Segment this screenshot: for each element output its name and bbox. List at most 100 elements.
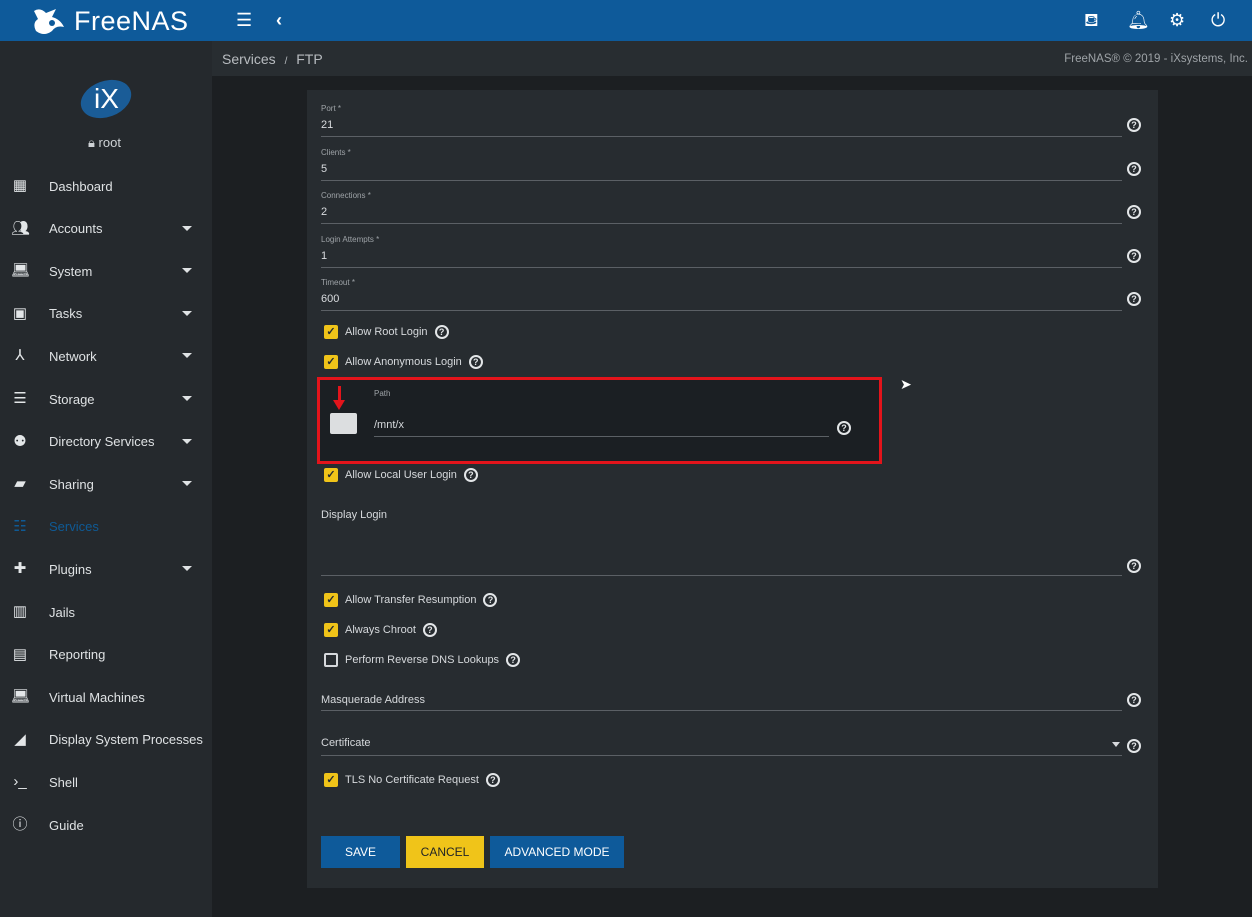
help-icon[interactable]: ? xyxy=(1127,559,1141,573)
field-underline xyxy=(321,310,1122,311)
sidebar-item-plugins[interactable]: ✚ Plugins xyxy=(0,551,212,587)
sidebar-item-shell[interactable]: ›_ Shell xyxy=(0,764,212,800)
help-icon[interactable]: ? xyxy=(434,325,449,339)
sidebar-item-network[interactable]: ⅄ Network xyxy=(0,338,212,374)
bell-icon[interactable]: 🔔︎ xyxy=(1127,10,1150,31)
power-icon[interactable]: ⏻ xyxy=(1211,10,1225,31)
freenas-logo[interactable]: FreeNAS xyxy=(30,5,189,37)
checkbox[interactable]: ✓ xyxy=(324,325,338,339)
help-icon[interactable]: ? xyxy=(463,468,478,482)
sidebar-item-services[interactable]: ☷ Services xyxy=(0,509,212,545)
field-underline xyxy=(321,136,1122,137)
tls-no-certificate-request-checkbox[interactable]: ✓ TLS No Certificate Request? xyxy=(324,773,500,787)
help-icon[interactable]: ? xyxy=(1127,205,1141,219)
sidebar-item-storage[interactable]: ☰ Storage xyxy=(0,381,212,417)
laptop-icon: 💻︎ xyxy=(11,688,31,706)
sidebar-item-reporting[interactable]: ▤ Reporting xyxy=(0,637,212,673)
checkbox[interactable]: ✓ xyxy=(324,593,338,607)
allow-root-login-checkbox[interactable]: ✓ Allow Root Login? xyxy=(324,325,449,339)
folder-icon[interactable] xyxy=(330,413,357,434)
shark-logo-icon xyxy=(34,9,64,34)
help-icon[interactable]: ? xyxy=(483,593,498,607)
sidebar-item-accounts[interactable]: 👥︎ Accounts xyxy=(0,211,212,247)
chart-icon: ▤ xyxy=(12,645,28,663)
help-icon[interactable]: ? xyxy=(485,773,500,787)
user-label[interactable]: 🔒︎ root xyxy=(88,135,121,151)
allow-local-user-login-checkbox[interactable]: ✓ Allow Local User Login? xyxy=(324,468,478,482)
help-icon[interactable]: ? xyxy=(837,421,851,435)
field-value[interactable]: 5 xyxy=(321,163,1122,178)
sidebar-item-directory-services[interactable]: ⚉ Directory Services xyxy=(0,424,212,460)
checkbox[interactable]: ✓ xyxy=(324,355,338,369)
sidebar-item-label: Storage xyxy=(49,391,95,407)
sidebar: iX 🔒︎ root ▦ Dashboard 👥︎ Accounts 💻︎ System ▣… xyxy=(0,41,212,917)
cancel-button[interactable]: CANCEL xyxy=(406,836,484,868)
sidebar-item-dashboard[interactable]: ▦ Dashboard xyxy=(0,168,212,204)
certificate-select[interactable]: Certificate xyxy=(321,737,1122,756)
caret-down-icon xyxy=(182,481,192,487)
field-value[interactable]: 1 xyxy=(321,250,1122,265)
reverse-dns-checkbox[interactable]: Perform Reverse DNS Lookups? xyxy=(324,653,521,667)
caret-down-icon xyxy=(182,438,192,444)
field-loginattempts[interactable]: Login Attempts * 1 xyxy=(321,235,1122,268)
help-icon[interactable]: ? xyxy=(1127,161,1141,176)
always-chroot-checkbox[interactable]: ✓ Always Chroot? xyxy=(324,623,437,637)
theme-icon[interactable]: ⛾ xyxy=(1084,10,1099,34)
allow-anonymous-login-checkbox[interactable]: ✓ Allow Anonymous Login? xyxy=(324,355,483,369)
gear-icon[interactable]: ⚙ xyxy=(1169,10,1185,31)
network-icon: ⅄ xyxy=(15,347,25,365)
path-label: Path xyxy=(374,389,391,398)
sidebar-item-label: Shell xyxy=(49,774,78,790)
chevron-left-icon[interactable]: ‹ xyxy=(276,10,282,31)
path-input[interactable]: /mnt/x xyxy=(374,419,829,437)
tune-icon: ☷ xyxy=(13,517,27,535)
checkbox-label: Allow Transfer Resumption xyxy=(345,594,477,606)
sidebar-item-system[interactable]: 💻︎ System xyxy=(0,253,212,289)
processes-icon: ◢ xyxy=(14,730,26,748)
help-icon[interactable]: ? xyxy=(422,623,437,637)
help-icon[interactable]: ? xyxy=(1127,292,1141,306)
caret-down-icon xyxy=(182,225,192,231)
help-icon[interactable]: ? xyxy=(1127,693,1141,707)
allow-transfer-resumption-checkbox[interactable]: ✓ Allow Transfer Resumption? xyxy=(324,593,498,607)
field-timeout[interactable]: Timeout * 600 xyxy=(321,278,1122,311)
calendar-icon: ▣ xyxy=(12,304,28,322)
help-icon[interactable]: ? xyxy=(1127,739,1141,753)
display-login-label: Display Login xyxy=(321,509,388,521)
path-field-highlight: Path /mnt/x ? xyxy=(317,377,882,464)
save-button[interactable]: SAVE xyxy=(321,836,400,868)
mouse-cursor-icon: ➤ xyxy=(900,376,912,392)
checkbox[interactable]: ✓ xyxy=(324,773,338,787)
masquerade-address-input[interactable]: Masquerade Address xyxy=(321,694,1122,711)
breadcrumb-ftp: FTP xyxy=(296,51,323,67)
field-label: Timeout * xyxy=(321,278,355,287)
sidebar-item-display-system-processes[interactable]: ◢ Display System Processes xyxy=(0,722,212,758)
field-value[interactable]: 600 xyxy=(321,293,1122,308)
checkbox[interactable]: ✓ xyxy=(324,468,338,482)
checkbox[interactable]: ✓ xyxy=(324,623,338,637)
sidebar-item-jails[interactable]: ▥ Jails xyxy=(0,594,212,630)
help-icon[interactable]: ? xyxy=(506,653,521,667)
field-value[interactable]: 2 xyxy=(321,206,1122,221)
display-login-textarea[interactable] xyxy=(321,528,1122,576)
help-icon[interactable]: ? xyxy=(1127,248,1141,263)
menu-icon[interactable]: ☰ xyxy=(236,10,252,31)
sidebar-item-virtual-machines[interactable]: 💻︎ Virtual Machines xyxy=(0,679,212,715)
field-value[interactable]: 21 xyxy=(321,119,1122,134)
field-label: Port * xyxy=(321,104,342,113)
checkbox[interactable] xyxy=(324,653,338,667)
sidebar-item-tasks[interactable]: ▣ Tasks xyxy=(0,296,212,332)
directory-icon: ⚉ xyxy=(13,432,27,450)
sidebar-item-label: Services xyxy=(49,519,99,535)
red-arrow-head xyxy=(333,400,345,410)
breadcrumb-services[interactable]: Services xyxy=(222,51,276,67)
help-icon[interactable]: ? xyxy=(468,355,483,369)
sidebar-item-guide[interactable]: ⓘ Guide xyxy=(0,807,212,843)
field-port[interactable]: Port * 21 xyxy=(321,104,1122,137)
field-connections[interactable]: Connections * 2 xyxy=(321,191,1122,224)
field-clients[interactable]: Clients * 5 xyxy=(321,148,1122,181)
sidebar-item-sharing[interactable]: ▰ Sharing xyxy=(0,466,212,502)
help-icon[interactable]: ? xyxy=(1127,118,1141,132)
advanced-mode-button[interactable]: ADVANCED MODE xyxy=(490,836,624,868)
dropdown-arrow-icon xyxy=(1112,742,1120,747)
